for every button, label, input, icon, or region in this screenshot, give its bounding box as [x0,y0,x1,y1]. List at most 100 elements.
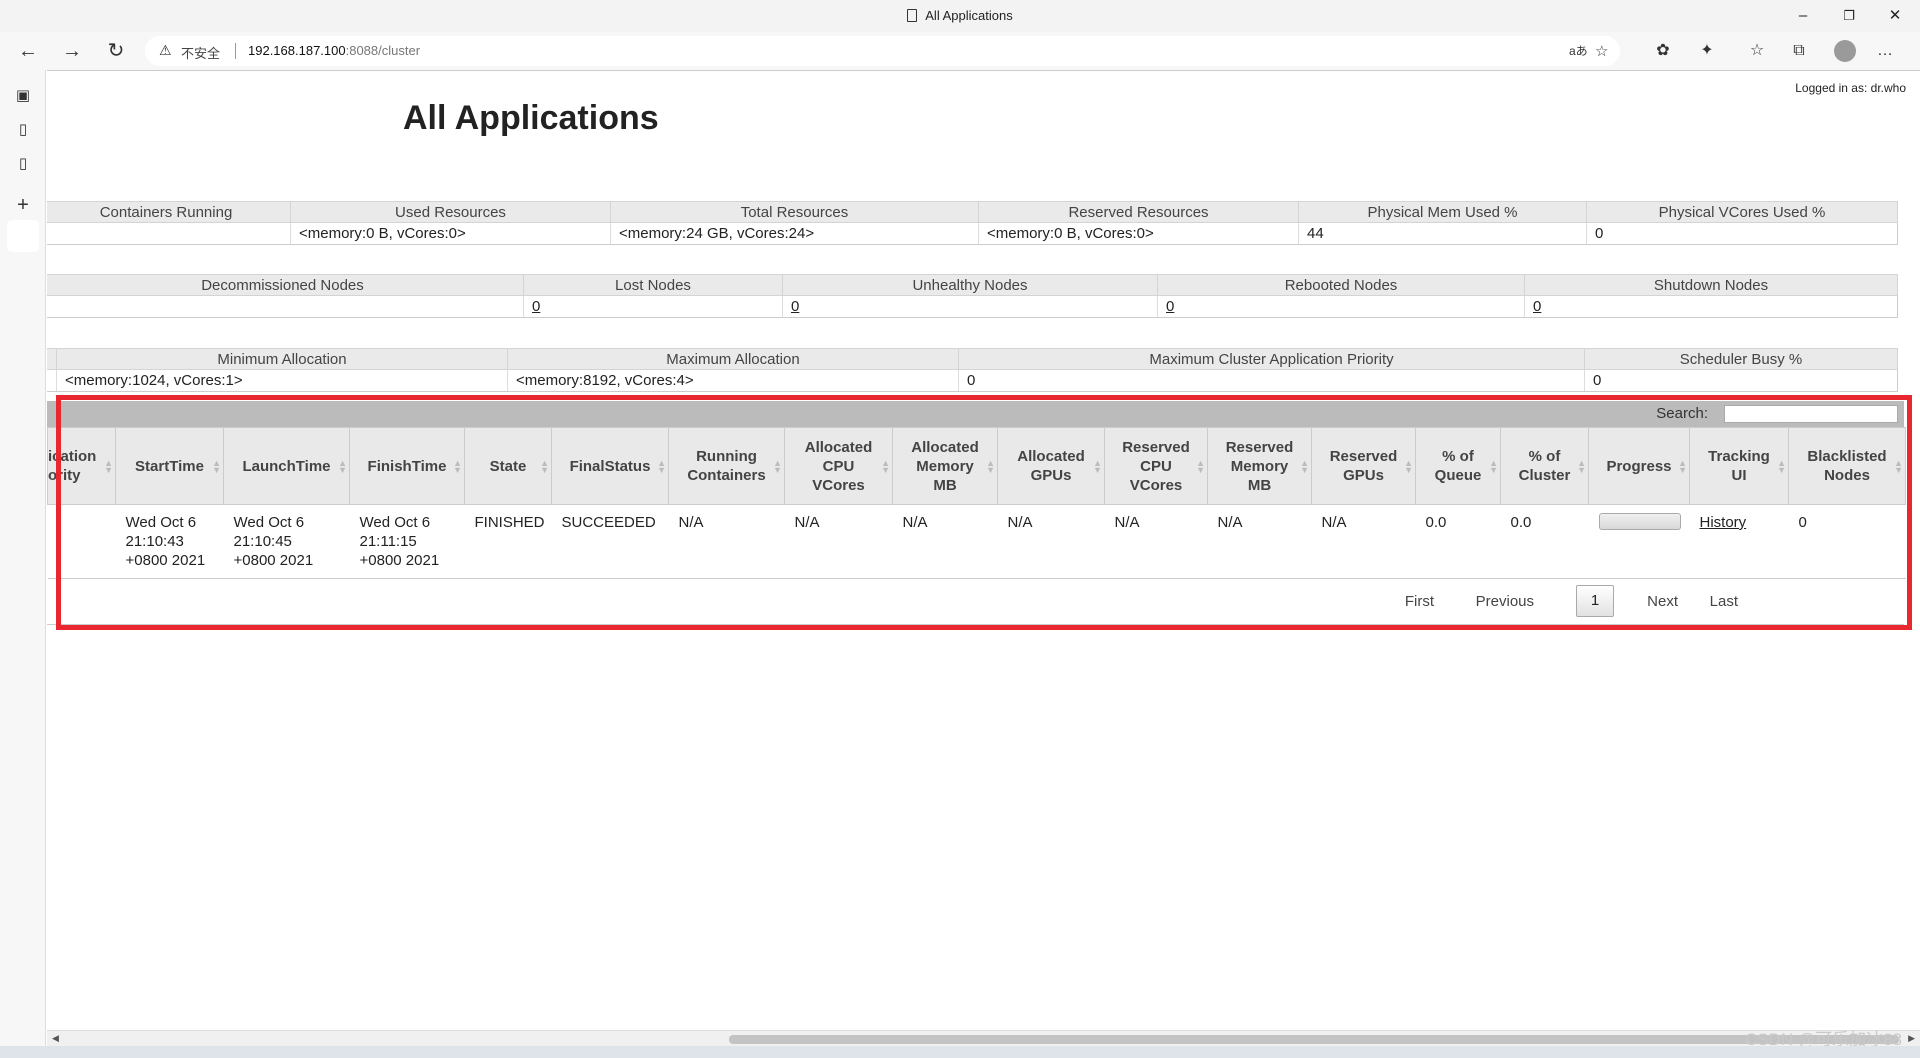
applications-section: Search: ication ority ▲ ▼ StartTime ▲ ▼ Launc… [47,401,1906,625]
col-physical-mem: Physical Mem Used % [1298,201,1587,223]
col-final-status[interactable]: FinalStatus ▲ ▼ [551,427,669,505]
cell-start-time: Wed Oct 6 21:10:43 +0800 2021 [115,504,224,579]
col-state[interactable]: State ▲ ▼ [464,427,552,505]
progress-bar [1598,513,1681,530]
tab-document-icon[interactable]: ▯ [13,120,33,142]
new-tab-icon[interactable]: + [13,194,33,216]
cell: <memory:8192, vCores:4> [507,369,959,392]
col-reserved-gpus[interactable]: Reserved GPUs ▲ ▼ [1311,427,1416,505]
cluster-metrics-table: Containers Running Used Resources Total … [47,201,1898,245]
history-link[interactable]: History [1700,514,1747,531]
horizontal-scrollbar[interactable]: ◀ ▶ [47,1030,1920,1046]
col-reserved-resources: Reserved Resources [978,201,1299,223]
refresh-button[interactable]: ↻ [102,38,130,64]
cell: 0 [782,295,1158,318]
scroll-right-icon[interactable]: ▶ [1908,1033,1915,1044]
read-aloud-icon[interactable]: aあ [1569,42,1588,59]
cell: 0 [1157,295,1525,318]
next-page-button[interactable]: Next [1647,593,1678,610]
taskbar [0,1046,1920,1058]
col-finish-time[interactable]: FinishTime ▲ ▼ [349,427,465,505]
logged-in-label: Logged in as: dr.who [1795,81,1906,95]
more-icon[interactable]: … [1874,41,1896,61]
col-running-containers[interactable]: Running Containers ▲ ▼ [668,427,785,505]
tab-actions-icon[interactable]: ▣ [13,86,33,108]
profile-avatar[interactable] [1834,40,1856,62]
unhealthy-nodes-link[interactable]: 0 [791,298,799,315]
cell: 0 [1586,222,1898,245]
browser-toolbar: ← → ↻ ⚠ 不安全 192.168.187.100:8088/cluster… [0,32,1920,70]
collections-icon[interactable]: ⧉ [1788,41,1810,61]
col-total-resources: Total Resources [610,201,979,223]
cell-final-status: SUCCEEDED [551,504,669,579]
col-blacklisted-nodes[interactable]: Blacklisted Nodes ▲ ▼ [1788,427,1906,505]
restore-button[interactable]: ❐ [1826,4,1872,28]
lost-nodes-link[interactable]: 0 [532,298,540,315]
col-shutdown: Shutdown Nodes [1524,274,1898,296]
col-reserved-cpu[interactable]: Reserved CPU VCores ▲ ▼ [1104,427,1208,505]
cell: <memory:0 B, vCores:0> [978,222,1299,245]
first-page-button[interactable]: First [1405,593,1434,610]
cell: <memory:24 GB, vCores:24> [610,222,979,245]
col-max-allocation: Maximum Allocation [507,348,959,370]
tab-document-active-icon[interactable]: ▯ [13,154,33,176]
node-metrics-table: Decommissioned Nodes Lost Nodes Unhealth… [47,274,1898,318]
cell-alloc-cpu: N/A [784,504,893,579]
tab-title: All Applications [0,8,1920,23]
puzzle-icon[interactable]: ✦ [1696,41,1718,61]
address-bar[interactable]: ⚠ 不安全 192.168.187.100:8088/cluster aあ ☆ [145,36,1620,66]
col-scheduler-busy: Scheduler Busy % [1584,348,1898,370]
col-allocated-gpus[interactable]: Allocated GPUs ▲ ▼ [997,427,1105,505]
col-reserved-memory[interactable]: Reserved Memory MB ▲ ▼ [1207,427,1312,505]
cell [47,295,524,318]
col-rebooted: Rebooted Nodes [1157,274,1525,296]
favorite-add-icon[interactable]: ☆ [1595,42,1608,60]
page-title: All Applications [403,99,659,137]
cell: 0 [1584,369,1898,392]
close-button[interactable]: ✕ [1872,4,1918,28]
cell-pct-cluster: 0.0 [1500,504,1589,579]
extension-icon[interactable]: ✿ [1652,41,1674,61]
minimize-button[interactable]: – [1780,4,1826,28]
cell-res-cpu: N/A [1104,504,1208,579]
cell: 44 [1298,222,1587,245]
shutdown-nodes-link[interactable]: 0 [1533,298,1541,315]
col-used-resources: Used Resources [290,201,611,223]
cell: 0 [523,295,783,318]
cell: 0 [958,369,1585,392]
col-allocated-cpu[interactable]: Allocated CPU VCores ▲ ▼ [784,427,893,505]
warning-icon: ⚠ [159,42,172,58]
previous-page-button[interactable]: Previous [1476,593,1534,610]
col-pct-cluster[interactable]: % of Cluster ▲ ▼ [1500,427,1589,505]
col-progress[interactable]: Progress ▲ ▼ [1588,427,1690,505]
col-pct-queue[interactable]: % of Queue ▲ ▼ [1415,427,1501,505]
col-priority[interactable]: ication ority ▲ ▼ [47,427,116,505]
cell: <memory:0 B, vCores:0> [290,222,611,245]
cell [47,222,291,245]
rebooted-nodes-link[interactable]: 0 [1166,298,1174,315]
url-text[interactable]: 192.168.187.100:8088/cluster [248,43,420,58]
back-button[interactable]: ← [14,38,42,64]
cell-priority [47,504,116,579]
scrollbar-thumb[interactable] [729,1035,1899,1044]
pagination: First Previous 1 Next Last [47,579,1904,625]
cell-running-containers: N/A [668,504,785,579]
last-page-button[interactable]: Last [1710,593,1738,610]
search-input[interactable] [1724,405,1898,423]
active-tab-highlight [7,220,39,252]
col-launch-time[interactable]: LaunchTime ▲ ▼ [223,427,350,505]
forward-button[interactable]: → [58,38,86,64]
cell-pct-queue: 0.0 [1415,504,1501,579]
scroll-left-icon[interactable]: ◀ [52,1033,59,1044]
current-page-button[interactable]: 1 [1576,585,1614,617]
cell-launch-time: Wed Oct 6 21:10:45 +0800 2021 [223,504,350,579]
page-content: Logged in as: dr.who All Applications Co… [47,70,1920,1030]
col-containers-running: Containers Running [47,201,291,223]
col-allocated-memory[interactable]: Allocated Memory MB ▲ ▼ [892,427,998,505]
col-lost: Lost Nodes [523,274,783,296]
col-start-time[interactable]: StartTime ▲ ▼ [115,427,224,505]
favorites-icon[interactable]: ☆ [1746,41,1768,61]
col-decommissioned: Decommissioned Nodes [47,274,524,296]
col-tracking-ui[interactable]: Tracking UI ▲ ▼ [1689,427,1789,505]
vertical-tabs-sidebar: ▣ ▯ ▯ + [0,70,46,1058]
